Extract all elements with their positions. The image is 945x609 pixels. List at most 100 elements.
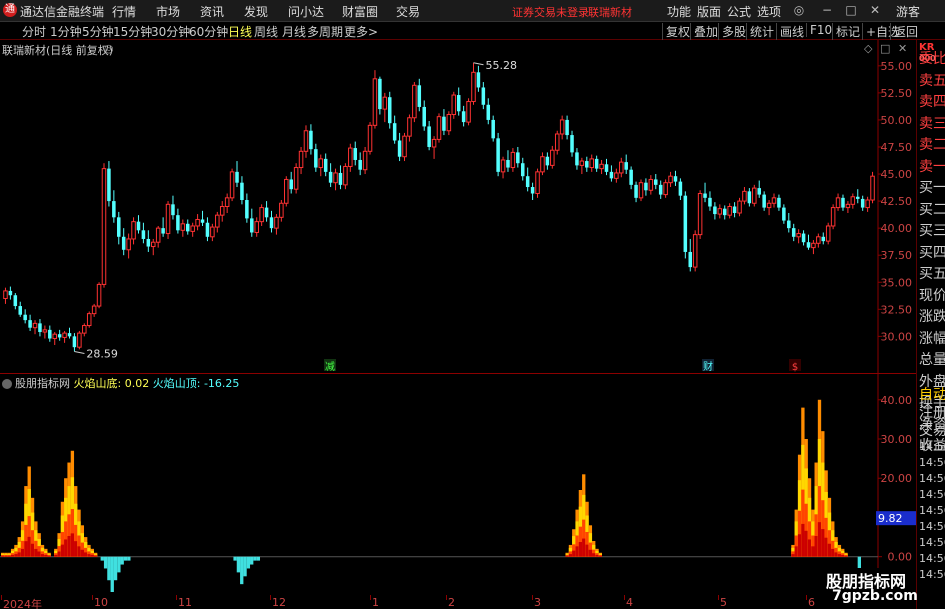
- candle: [722, 205, 727, 220]
- price-y-tick-label: 55.00: [881, 60, 913, 73]
- quote-action-trade[interactable]: 交易: [919, 420, 945, 440]
- tool-draw-line[interactable]: 画线: [776, 23, 804, 40]
- candle: [461, 105, 466, 127]
- indicator-bar-layer: [60, 544, 65, 557]
- candle: [28, 314, 32, 331]
- candle: [688, 238, 693, 272]
- candle: [787, 212, 791, 233]
- candle: [224, 193, 230, 213]
- period-intraday[interactable]: 分时: [22, 23, 46, 40]
- candle: [559, 115, 565, 140]
- candle: [855, 189, 860, 204]
- candle: [835, 193, 841, 211]
- trade-time: 14:56: [919, 536, 945, 549]
- candle: [101, 163, 107, 288]
- menu-item-formula[interactable]: 公式: [727, 3, 751, 20]
- stock-link[interactable]: 联瑞新材: [588, 4, 632, 20]
- period-15min[interactable]: 15分钟: [113, 23, 152, 40]
- indicator-bar: [233, 556, 237, 561]
- candle: [13, 293, 18, 310]
- candle: [150, 238, 156, 256]
- period-more[interactable]: 更多>: [344, 23, 378, 40]
- candle: [269, 210, 274, 233]
- candle: [845, 201, 851, 213]
- candle: [697, 190, 703, 239]
- indicator-bar: [256, 556, 260, 561]
- quote-field: 卖三: [919, 115, 945, 132]
- quote-field: 卖四: [919, 94, 945, 110]
- candle: [791, 223, 796, 242]
- menu-item-market[interactable]: 市场: [156, 3, 180, 20]
- candle: [456, 87, 461, 116]
- period-multi-period[interactable]: 多周期: [307, 23, 343, 40]
- candle: [298, 146, 304, 175]
- indicator-bar-layer: [67, 535, 71, 557]
- guest-label[interactable]: 游客: [896, 3, 920, 20]
- maximize-icon[interactable]: □: [842, 2, 860, 18]
- candle: [323, 153, 328, 177]
- menu-item-functions[interactable]: 功能: [667, 3, 691, 20]
- chart-area[interactable]: 联瑞新材(日线 前复权) ◎ ◇ □ ✕ 55.00 52.50 50.00 47.5…: [0, 40, 916, 609]
- quote-field: 委比: [919, 51, 945, 67]
- menu-item-discover[interactable]: 发现: [244, 3, 268, 20]
- menu-item-layout[interactable]: 版面: [697, 3, 721, 20]
- period-monthly[interactable]: 月线: [282, 23, 306, 40]
- minimize-icon[interactable]: −: [818, 2, 836, 18]
- period-weekly[interactable]: 周线: [254, 23, 278, 40]
- period-60min[interactable]: 60分钟: [189, 23, 228, 40]
- quote-action-auto-trade[interactable]: 自动: [919, 384, 945, 404]
- menu-item-ask[interactable]: 问小达: [288, 3, 324, 20]
- candle: [397, 132, 402, 162]
- indicator-bar-layer: [797, 534, 802, 557]
- candle: [535, 168, 540, 198]
- user-icon[interactable]: ◎: [790, 2, 808, 18]
- candle: [708, 191, 712, 211]
- trade-time: 14:56: [919, 472, 945, 485]
- menu-item-news[interactable]: 资讯: [200, 3, 224, 20]
- quote-field: 现价: [919, 287, 945, 304]
- candle: [481, 82, 486, 110]
- candle: [264, 201, 269, 222]
- indicator-bar: [246, 556, 251, 569]
- tool-mark[interactable]: 标记: [832, 23, 860, 40]
- login-warning[interactable]: 证券交易未登录: [512, 4, 589, 20]
- candle: [550, 145, 555, 169]
- menu-item-wealth[interactable]: 财富圈: [342, 3, 378, 20]
- candle: [91, 303, 97, 317]
- price-y-tick-label: 35.00: [881, 276, 913, 289]
- indicator-y-tick-label: 20.00: [881, 472, 913, 485]
- tool-f10[interactable]: F10: [806, 23, 832, 37]
- menu-item-trade[interactable]: 交易: [396, 3, 420, 20]
- price-y-tick-label: 45.00: [881, 168, 913, 181]
- candle: [713, 202, 717, 220]
- period-1min[interactable]: 1分钟: [50, 23, 82, 40]
- tool-overlay[interactable]: 叠加: [690, 23, 718, 40]
- indicator-bar: [120, 556, 124, 565]
- indicator-bar-layer: [93, 555, 98, 557]
- candle: [219, 201, 225, 222]
- tool-adjust[interactable]: 复权: [662, 23, 690, 40]
- period-daily[interactable]: 日线: [228, 23, 252, 40]
- indicator-bar: [250, 556, 254, 565]
- candle: [131, 217, 136, 245]
- tool-statistics[interactable]: 统计: [746, 23, 774, 40]
- candle: [624, 154, 628, 175]
- candle: [732, 202, 737, 218]
- indicator-bar-layer: [598, 555, 603, 557]
- period-30min[interactable]: 30分钟: [151, 23, 190, 40]
- candle: [387, 91, 392, 129]
- tool-multi-stock[interactable]: 多股: [718, 23, 746, 40]
- indicator-bar-layer: [804, 530, 808, 557]
- candle: [816, 233, 821, 248]
- candle: [742, 187, 747, 205]
- candle: [254, 217, 259, 237]
- period-5min[interactable]: 5分钟: [82, 23, 114, 40]
- candle: [692, 230, 698, 272]
- menu-item-options[interactable]: 选项: [757, 3, 781, 20]
- close-icon[interactable]: ✕: [866, 2, 884, 18]
- tool-back[interactable]: 返回: [890, 23, 918, 40]
- quote-action-register[interactable]: 注册: [919, 402, 945, 422]
- menu-item-quotes[interactable]: 行情: [112, 3, 136, 20]
- price-y-tick-label: 50.00: [881, 114, 913, 127]
- quote-field: 买四: [919, 244, 945, 261]
